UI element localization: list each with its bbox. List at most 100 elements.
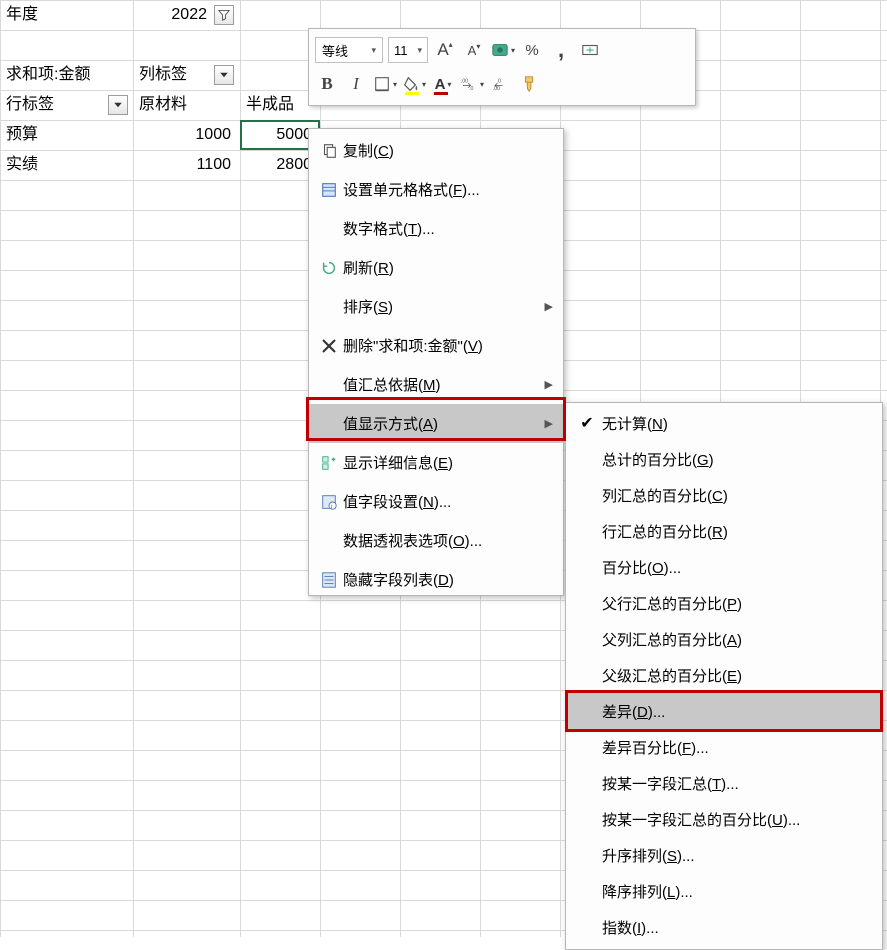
- context-menu-label: 数据透视表选项(O)...: [343, 530, 553, 551]
- merge-center-button[interactable]: [578, 37, 602, 63]
- svg-text:i: i: [331, 503, 332, 510]
- submenu-item-diff-pct[interactable]: 差异百分比(F)...: [566, 729, 882, 765]
- plus-icon: [315, 454, 343, 472]
- submenu-label: 指数(I)...: [602, 917, 870, 938]
- context-menu-format-cells[interactable]: 设置单元格格式(F)...: [309, 170, 563, 209]
- context-menu-copy[interactable]: 复制(C): [309, 131, 563, 170]
- show-values-as-submenu: ✔ 无计算(N) 总计的百分比(G) 列汇总的百分比(C) 行汇总的百分比(R)…: [565, 402, 883, 950]
- cell-year-value[interactable]: 2022: [133, 0, 211, 30]
- field-settings-icon: i: [315, 493, 343, 511]
- submenu-item-row-total-pct[interactable]: 行汇总的百分比(R): [566, 513, 882, 549]
- cell-header-0[interactable]: 原材料: [135, 90, 235, 120]
- col-filter-button[interactable]: [214, 65, 234, 85]
- font-name-value: 等线: [322, 41, 348, 60]
- cell-sum-label[interactable]: 求和项:金额: [2, 60, 132, 90]
- context-menu-label: 复制(C): [343, 140, 553, 161]
- decrease-decimal-icon: .00.0: [460, 75, 478, 93]
- copy-icon: [315, 142, 343, 160]
- currency-button[interactable]: [491, 37, 515, 63]
- merge-icon: [581, 41, 599, 59]
- bold-button[interactable]: B: [315, 71, 339, 97]
- dropdown-icon: ▾: [371, 45, 376, 56]
- currency-icon: [491, 41, 509, 59]
- context-menu-label: 删除"求和项:金额"(V): [343, 335, 553, 356]
- cell-row0-label[interactable]: 预算: [2, 120, 132, 150]
- cell-header-1[interactable]: 半成品: [242, 90, 318, 120]
- cell-row1-val1[interactable]: 2800: [240, 150, 316, 180]
- cell-row1-label[interactable]: 实绩: [2, 150, 132, 180]
- refresh-icon: [315, 259, 343, 277]
- submenu-item-rank-desc[interactable]: 降序排列(L)...: [566, 873, 882, 909]
- submenu-item-difference[interactable]: 差异(D)...: [566, 693, 882, 729]
- shrink-font-label: A: [468, 43, 477, 58]
- submenu-item-no-calc[interactable]: ✔ 无计算(N): [566, 405, 882, 441]
- percent-button[interactable]: %: [520, 37, 544, 63]
- font-color-button[interactable]: A: [431, 71, 455, 97]
- cell-row0-val0[interactable]: 1000: [135, 120, 235, 150]
- submenu-item-parent-pct[interactable]: 父级汇总的百分比(E): [566, 657, 882, 693]
- context-menu: 复制(C) 设置单元格格式(F)... 数字格式(T)... 刷新(R) 排序(…: [308, 128, 564, 596]
- submenu-item-running-total-pct[interactable]: 按某一字段汇总的百分比(U)...: [566, 801, 882, 837]
- check-icon: ✔: [572, 413, 602, 433]
- font-size-value: 11: [394, 43, 408, 58]
- context-menu-sort[interactable]: 排序(S) ▶: [309, 287, 563, 326]
- submenu-label: 升序排列(S)...: [602, 845, 870, 866]
- context-menu-number-format[interactable]: 数字格式(T)...: [309, 209, 563, 248]
- cell-year-label[interactable]: 年度: [2, 0, 132, 30]
- fill-color-button[interactable]: [402, 71, 426, 97]
- submenu-item-parent-row-pct[interactable]: 父行汇总的百分比(P): [566, 585, 882, 621]
- submenu-item-grand-total-pct[interactable]: 总计的百分比(G): [566, 441, 882, 477]
- context-menu-refresh[interactable]: 刷新(R): [309, 248, 563, 287]
- grow-font-button[interactable]: A▴: [433, 37, 457, 63]
- year-filter-button[interactable]: [214, 5, 234, 25]
- submenu-arrow-icon: ▶: [545, 300, 553, 313]
- font-size-selector[interactable]: 11 ▾: [388, 37, 428, 63]
- italic-button[interactable]: I: [344, 71, 368, 97]
- context-menu-hide-field-list[interactable]: 隐藏字段列表(D): [309, 560, 563, 599]
- cell-row0-val1[interactable]: 5000: [240, 120, 316, 150]
- context-menu-label: 显示详细信息(E): [343, 452, 553, 473]
- format-painter-button[interactable]: [518, 71, 542, 97]
- submenu-item-parent-col-pct[interactable]: 父列汇总的百分比(A): [566, 621, 882, 657]
- paint-bucket-icon: [402, 75, 420, 93]
- submenu-label: 降序排列(L)...: [602, 881, 870, 902]
- submenu-item-percent[interactable]: 百分比(O)...: [566, 549, 882, 585]
- context-menu-delete-field[interactable]: 删除"求和项:金额"(V): [309, 326, 563, 365]
- context-menu-field-settings[interactable]: i 值字段设置(N)...: [309, 482, 563, 521]
- cell-col-label[interactable]: 列标签: [135, 60, 215, 90]
- submenu-label: 按某一字段汇总的百分比(U)...: [602, 809, 870, 830]
- font-name-selector[interactable]: 等线 ▾: [315, 37, 383, 63]
- dropdown-icon: [218, 69, 230, 81]
- delete-icon: [315, 337, 343, 355]
- context-menu-label: 设置单元格格式(F)...: [343, 179, 553, 200]
- submenu-label: 差异百分比(F)...: [602, 737, 870, 758]
- dropdown-icon: [112, 99, 124, 111]
- increase-decimal-icon: .0.00: [492, 75, 510, 93]
- paintbrush-icon: [521, 75, 539, 93]
- comma-button[interactable]: ,: [549, 37, 573, 63]
- cell-row-label[interactable]: 行标签: [2, 90, 102, 120]
- submenu-item-running-total[interactable]: 按某一字段汇总(T)...: [566, 765, 882, 801]
- row-filter-button[interactable]: [108, 95, 128, 115]
- context-menu-summarize-values[interactable]: 值汇总依据(M) ▶: [309, 365, 563, 404]
- field-list-icon: [315, 571, 343, 589]
- submenu-item-col-total-pct[interactable]: 列汇总的百分比(C): [566, 477, 882, 513]
- svg-text:.0: .0: [469, 86, 473, 92]
- shrink-font-button[interactable]: A▾: [462, 37, 486, 63]
- increase-decimal-button[interactable]: .0.00: [489, 71, 513, 97]
- decrease-decimal-button[interactable]: .00.0: [460, 71, 484, 97]
- cell-row1-val0[interactable]: 1100: [135, 150, 235, 180]
- submenu-item-index[interactable]: 指数(I)...: [566, 909, 882, 945]
- svg-text:.00: .00: [461, 79, 468, 85]
- submenu-label: 行汇总的百分比(R): [602, 521, 870, 542]
- context-menu-show-values-as[interactable]: 值显示方式(A) ▶: [309, 404, 563, 443]
- submenu-label: 百分比(O)...: [602, 557, 870, 578]
- submenu-arrow-icon: ▶: [545, 378, 553, 391]
- context-menu-label: 排序(S): [343, 296, 545, 317]
- context-menu-label: 隐藏字段列表(D): [343, 569, 553, 590]
- submenu-item-rank-asc[interactable]: 升序排列(S)...: [566, 837, 882, 873]
- context-menu-label: 值字段设置(N)...: [343, 491, 553, 512]
- context-menu-show-details[interactable]: 显示详细信息(E): [309, 443, 563, 482]
- context-menu-pivot-options[interactable]: 数据透视表选项(O)...: [309, 521, 563, 560]
- border-button[interactable]: [373, 71, 397, 97]
